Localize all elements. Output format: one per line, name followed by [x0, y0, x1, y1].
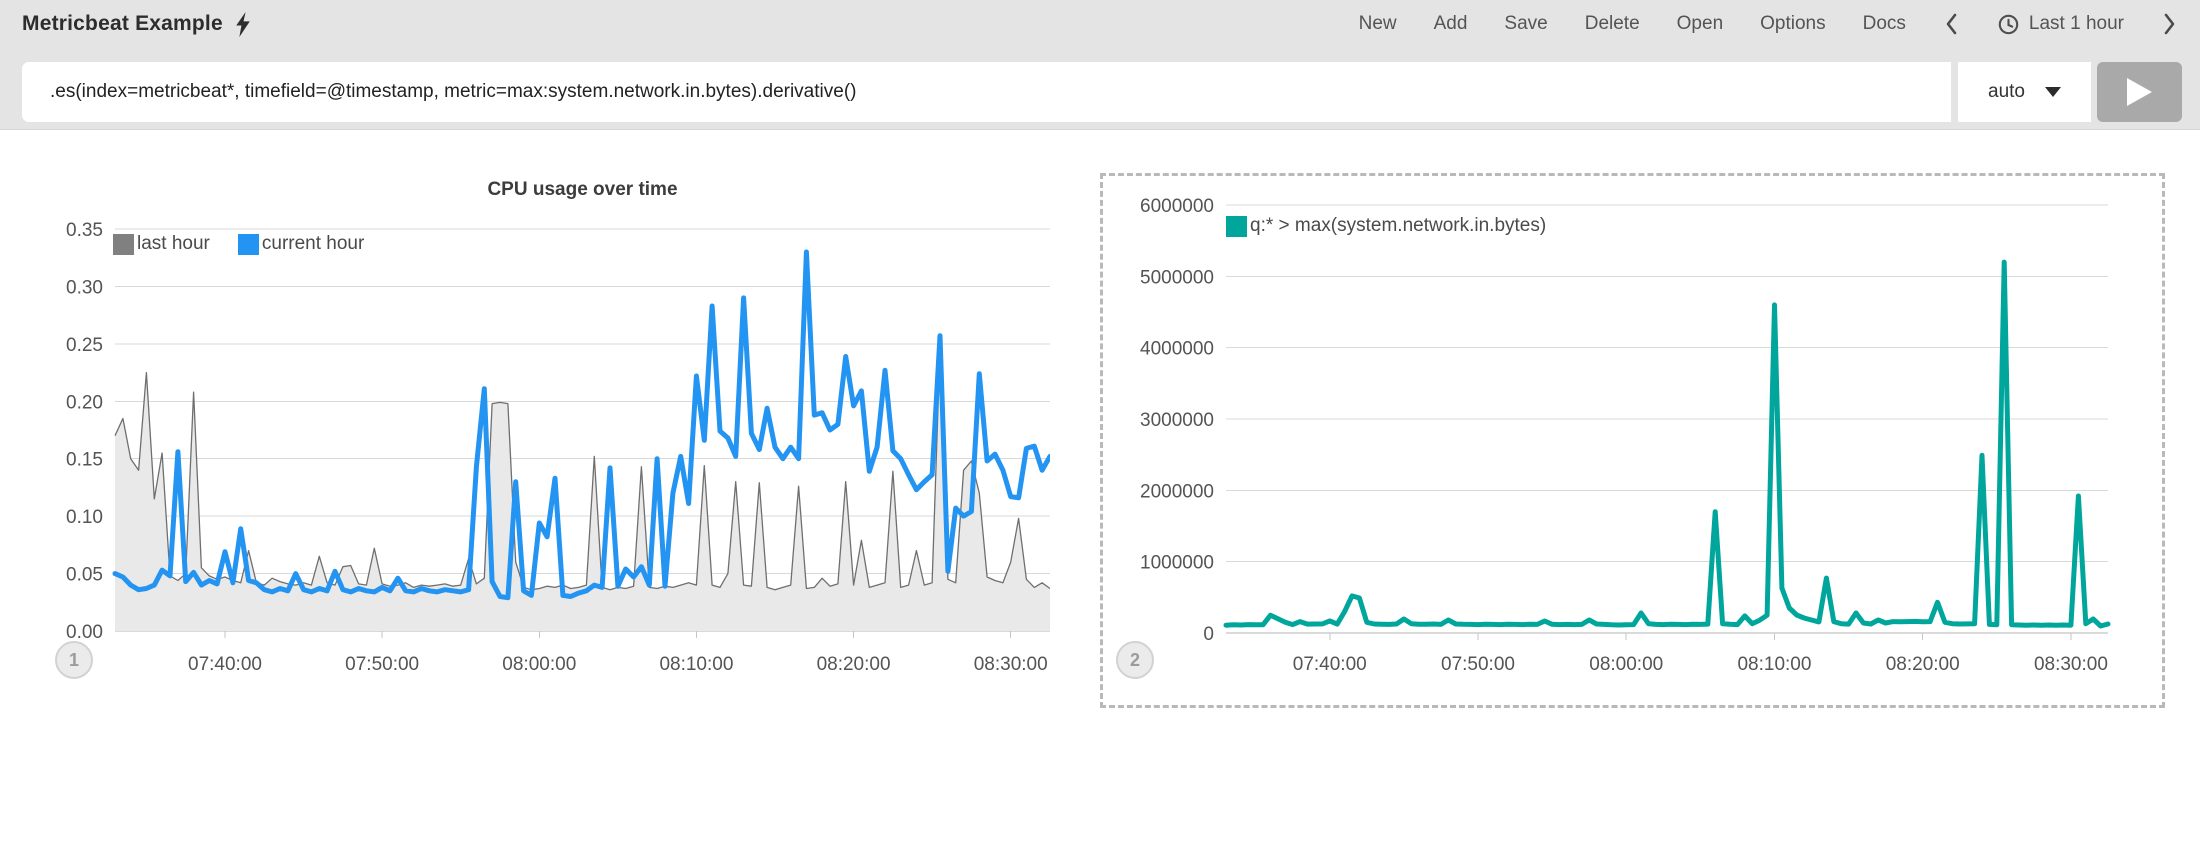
play-button[interactable]	[2097, 62, 2182, 122]
svg-text:0: 0	[1203, 624, 1214, 645]
nav-new[interactable]: New	[1359, 13, 1397, 35]
nav-open[interactable]: Open	[1677, 13, 1723, 35]
title-bar: Metricbeat Example New Add Save Delete O…	[0, 0, 2200, 48]
svg-text:08:10:00: 08:10:00	[1737, 654, 1811, 675]
interval-value: auto	[1988, 81, 2025, 103]
panel-number-badge: 2	[1116, 641, 1154, 679]
svg-text:0.00: 0.00	[66, 622, 103, 643]
clock-icon	[1997, 13, 2020, 36]
chevron-right-icon[interactable]	[2161, 13, 2178, 35]
svg-text:1000000: 1000000	[1140, 553, 1214, 574]
toolbar-nav: New Add Save Delete Open Options Docs La…	[1359, 13, 2178, 36]
chart-panel-1[interactable]: CPU usage over time last hour current ho…	[40, 173, 1050, 708]
svg-text:3000000: 3000000	[1140, 410, 1214, 431]
svg-text:08:30:00: 08:30:00	[2034, 654, 2108, 675]
svg-text:5000000: 5000000	[1140, 267, 1214, 288]
svg-text:0.10: 0.10	[66, 507, 103, 528]
chart-panel-2-selected[interactable]: q:* > max(system.network.in.bytes) 01000…	[1100, 173, 2165, 708]
svg-text:0.35: 0.35	[66, 220, 103, 241]
play-icon	[2126, 77, 2153, 107]
cpu-usage-chart: 0.00 0.05 0.10 0.15 0.20 0.25 0.30 0.35 07:40:00…	[40, 173, 1050, 708]
network-bytes-chart: 0 1000000 2000000 3000000 4000000 5000000 6000…	[1103, 176, 2162, 705]
time-picker-label: Last 1 hour	[2029, 13, 2124, 35]
svg-text:0.05: 0.05	[66, 565, 103, 586]
panel-number-badge: 1	[55, 641, 93, 679]
svg-text:4000000: 4000000	[1140, 339, 1214, 360]
svg-text:0.15: 0.15	[66, 450, 103, 471]
timelion-expression-input[interactable]	[22, 62, 1951, 122]
svg-text:08:30:00: 08:30:00	[974, 654, 1048, 675]
svg-text:2000000: 2000000	[1140, 481, 1214, 502]
svg-text:6000000: 6000000	[1140, 196, 1214, 217]
lightning-bolt-icon	[235, 12, 251, 37]
sheet-body: CPU usage over time last hour current ho…	[0, 130, 2200, 843]
svg-text:08:20:00: 08:20:00	[817, 654, 891, 675]
svg-text:0.20: 0.20	[66, 392, 103, 413]
svg-text:08:10:00: 08:10:00	[659, 654, 733, 675]
svg-text:0.25: 0.25	[66, 335, 103, 356]
nav-options[interactable]: Options	[1760, 13, 1825, 35]
svg-text:0.30: 0.30	[66, 277, 103, 298]
top-bar: Metricbeat Example New Add Save Delete O…	[0, 0, 2200, 130]
interval-select[interactable]: auto	[1958, 62, 2091, 122]
svg-text:08:00:00: 08:00:00	[1589, 654, 1663, 675]
nav-delete[interactable]: Delete	[1585, 13, 1640, 35]
svg-text:07:40:00: 07:40:00	[1293, 654, 1367, 675]
svg-text:07:40:00: 07:40:00	[188, 654, 262, 675]
page-title: Metricbeat Example	[22, 12, 223, 36]
svg-text:07:50:00: 07:50:00	[345, 654, 419, 675]
time-picker[interactable]: Last 1 hour	[1997, 13, 2124, 36]
svg-text:08:00:00: 08:00:00	[502, 654, 576, 675]
query-bar: auto	[22, 62, 2182, 122]
svg-text:07:50:00: 07:50:00	[1441, 654, 1515, 675]
nav-add[interactable]: Add	[1434, 13, 1468, 35]
svg-text:08:20:00: 08:20:00	[1886, 654, 1960, 675]
nav-docs[interactable]: Docs	[1863, 13, 1906, 35]
nav-save[interactable]: Save	[1504, 13, 1547, 35]
caret-down-icon	[2045, 87, 2061, 97]
chevron-left-icon[interactable]	[1943, 13, 1960, 35]
